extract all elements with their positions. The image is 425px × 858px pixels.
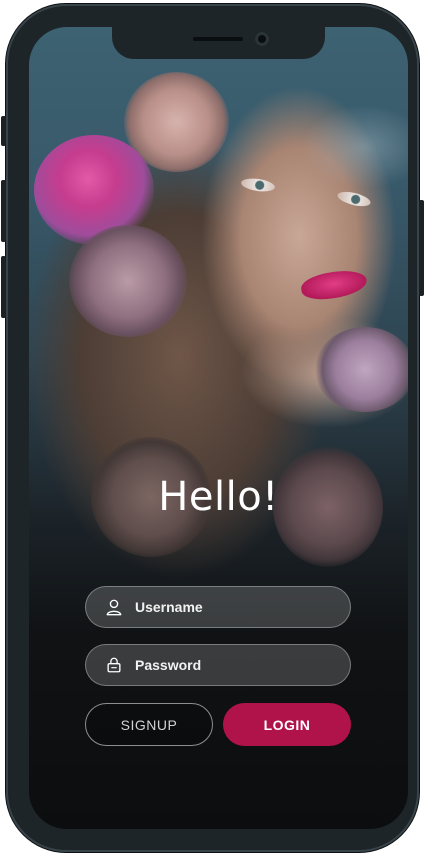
password-field[interactable]: Password	[85, 644, 351, 686]
flower-decoration	[315, 327, 408, 412]
side-button-volume-up	[1, 180, 6, 242]
login-button[interactable]: LOGIN	[223, 703, 351, 746]
username-placeholder: Username	[135, 599, 203, 615]
phone-frame: Hello! Username Password SIGNUP LOGIN	[1, 4, 424, 852]
app-screen: Hello! Username Password SIGNUP LOGIN	[29, 27, 408, 829]
flower-decoration	[69, 225, 187, 337]
signup-button[interactable]: SIGNUP	[85, 703, 213, 746]
side-button-mute	[1, 116, 6, 146]
speaker-grille	[193, 37, 243, 41]
password-placeholder: Password	[135, 657, 202, 673]
greeting-title: Hello!	[158, 474, 279, 520]
device-notch	[112, 27, 325, 59]
user-icon	[106, 599, 122, 616]
side-button-volume-down	[1, 256, 6, 318]
side-button-power	[419, 200, 424, 296]
lock-icon	[107, 657, 121, 673]
camera-icon	[255, 32, 269, 46]
username-field[interactable]: Username	[85, 586, 351, 628]
